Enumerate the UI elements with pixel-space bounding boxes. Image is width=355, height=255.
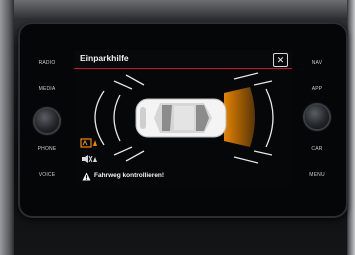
media-button[interactable]: MEDIA [30,86,64,92]
warning-bar: Fahrweg kontrollieren! [74,170,292,184]
nav-button[interactable]: NAV [300,60,334,66]
volume-knob[interactable] [35,109,59,133]
tune-knob[interactable] [305,105,329,129]
rear-zone-top [233,72,259,80]
front-zone-outer [94,90,105,146]
menu-button[interactable]: MENU [300,172,334,178]
rear-zone-bottom [233,156,259,164]
dashboard-left-edge [0,0,14,255]
warning-message: Fahrweg kontrollieren! [94,172,165,179]
close-button[interactable]: ✕ [273,53,288,67]
voice-button[interactable]: VOICE [30,172,64,178]
infotainment-screen: Einparkhilfe ✕ Fahrweg kontrollieren! [74,50,292,186]
parking-sensor-view [94,72,274,164]
rear-warning-zone [224,87,255,147]
title-bar: Einparkhilfe ✕ [74,50,292,69]
car-button[interactable]: CAR [300,146,334,152]
phone-button[interactable]: PHONE [30,146,64,152]
warning-triangle-icon [82,172,91,181]
rear-zone-outer [265,88,274,148]
app-button[interactable]: APP [300,86,334,92]
rear-zone-top2 [253,80,273,86]
front-zone-top2 [125,74,145,86]
dashboard-right-edge [347,0,355,255]
radio-button[interactable]: RADIO [30,60,64,66]
page-title: Einparkhilfe [80,53,129,63]
car-top-view [135,98,227,138]
close-icon: ✕ [276,55,285,65]
dashboard-top [0,0,355,20]
rear-zone-bottom2 [253,150,273,156]
parking-sensor-icon[interactable] [80,138,98,148]
front-zone-top [113,80,133,90]
sound-off-icon[interactable] [80,154,98,164]
front-zone-inner [113,94,121,142]
front-zone-bottom [113,146,133,156]
front-zone-bottom2 [125,150,145,162]
